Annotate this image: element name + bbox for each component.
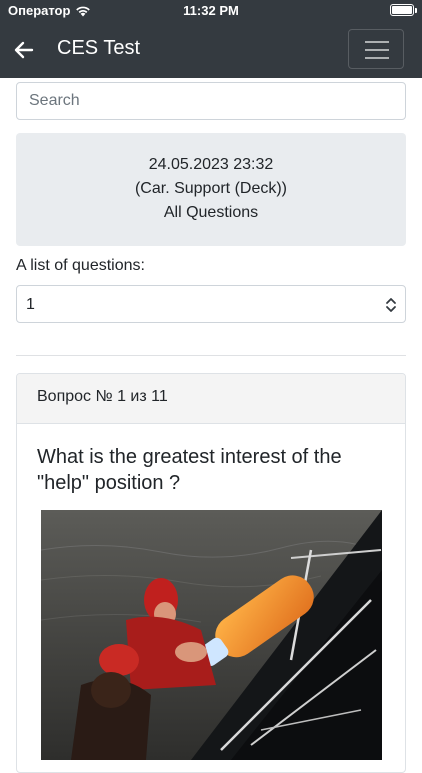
select-chevron-icon (386, 298, 396, 312)
question-card-header: Вопрос № 1 из 11 (17, 374, 405, 424)
hamburger-icon (365, 41, 389, 43)
test-date: 24.05.2023 23:32 (148, 156, 274, 173)
hamburger-icon-bar (365, 57, 389, 59)
question-select-value: 1 (26, 296, 35, 313)
hamburger-icon-bar (365, 49, 389, 51)
test-scope: All Questions (163, 204, 259, 221)
battery-icon (390, 4, 417, 16)
app-title: CES Test (57, 37, 140, 59)
question-card: Вопрос № 1 из 11 What is the greatest in… (16, 373, 406, 773)
question-text: What is the greatest interest of the "he… (37, 446, 342, 494)
menu-toggle-button[interactable] (348, 29, 404, 69)
divider (16, 355, 406, 356)
arrow-left-icon[interactable] (12, 38, 36, 62)
test-info-panel: 24.05.2023 23:32 (Car. Support (Deck)) A… (16, 133, 406, 246)
clock: 11:32 PM (183, 3, 239, 18)
search-input[interactable] (16, 82, 406, 120)
status-bar: Оператор 11:32 PM (0, 0, 422, 22)
question-photo (41, 510, 382, 760)
question-select[interactable]: 1 (16, 285, 406, 323)
test-category: (Car. Support (Deck)) (134, 180, 288, 197)
question-list-label: A list of questions: (16, 257, 145, 274)
navbar: CES Test (0, 22, 422, 78)
